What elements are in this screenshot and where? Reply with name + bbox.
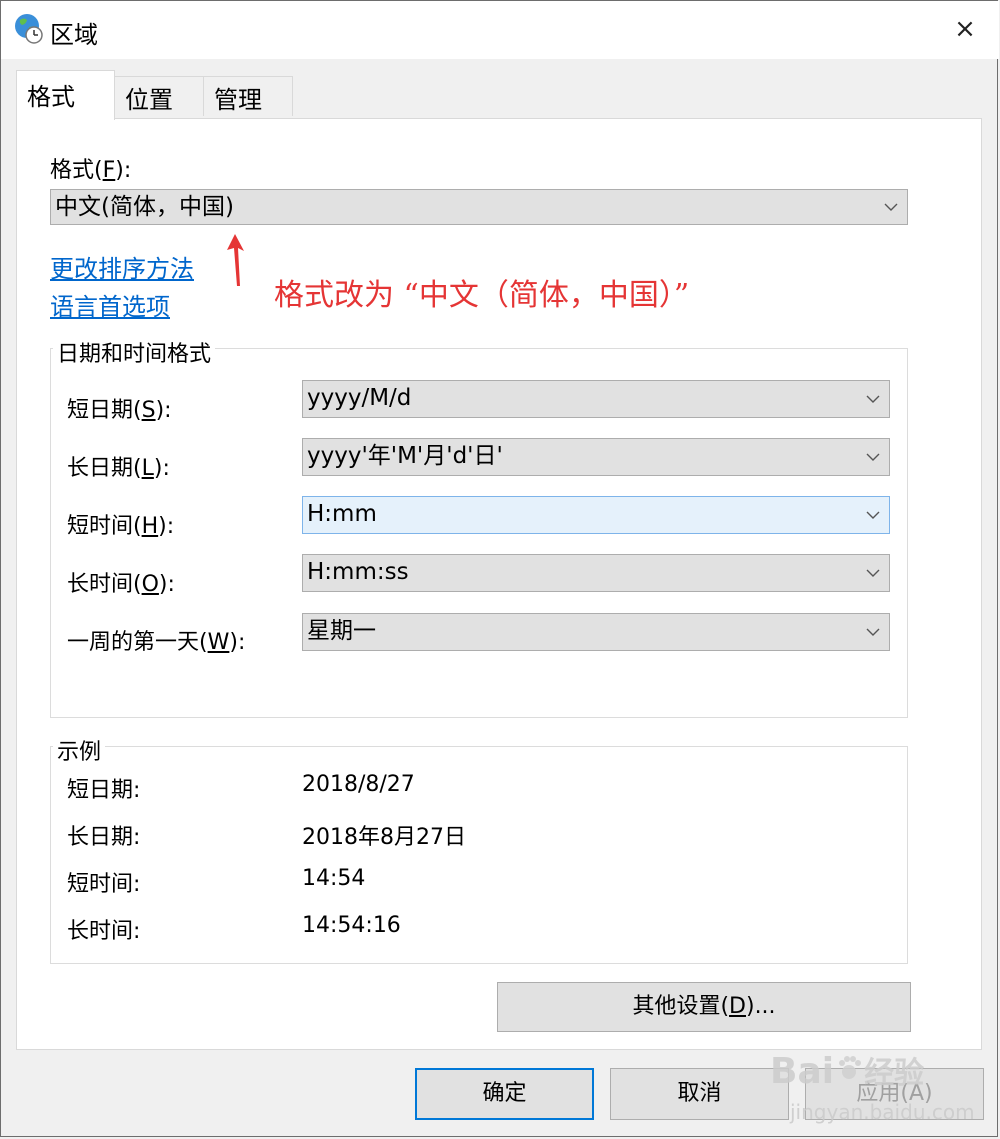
- long-time-select[interactable]: H:mm:ss: [302, 554, 890, 592]
- example-short-time-label: 短时间:: [67, 872, 141, 897]
- title-bar[interactable]: [1, 1, 999, 59]
- example-long-date-value: 2018年8月27日: [302, 825, 466, 850]
- tab-location[interactable]: 位置: [114, 76, 204, 116]
- example-long-time-value: 14:54:16: [302, 913, 401, 938]
- close-button[interactable]: ×: [946, 12, 984, 46]
- short-date-value: yyyy/M/d: [307, 385, 412, 411]
- example-long-date-label: 长日期:: [67, 825, 141, 850]
- example-short-date-label: 短日期:: [67, 778, 141, 803]
- chevron-down-icon: [863, 497, 883, 533]
- window-title: 区域: [50, 21, 98, 49]
- baidu-watermark: Bai 经验: [770, 1051, 925, 1092]
- long-date-select[interactable]: yyyy'年'M'月'd'日': [302, 438, 890, 476]
- format-select[interactable]: 中文(简体，中国): [50, 189, 908, 225]
- chevron-down-icon: [863, 614, 883, 650]
- long-time-label: 长时间(O):: [67, 572, 175, 597]
- annotation-arrow-icon: [224, 234, 250, 288]
- datetime-format-group-title: 日期和时间格式: [53, 336, 216, 368]
- ok-button[interactable]: 确定: [415, 1068, 594, 1120]
- baidu-watermark-url: jingyan.baidu.com: [790, 1100, 975, 1124]
- long-date-label: 长日期(L):: [67, 456, 170, 481]
- tab-formats-label: 格式: [27, 83, 75, 111]
- first-day-of-week-value: 星期一: [307, 618, 376, 644]
- format-select-value: 中文(简体，中国): [55, 194, 234, 220]
- chevron-down-icon: [881, 190, 901, 224]
- examples-group: [50, 746, 908, 964]
- short-time-value: H:mm: [307, 501, 377, 527]
- globe-clock-icon: [12, 12, 44, 44]
- examples-group-title: 示例: [53, 734, 106, 766]
- first-day-of-week-label: 一周的第一天(W):: [67, 630, 246, 655]
- short-date-label: 短日期(S):: [67, 398, 172, 423]
- chevron-down-icon: [863, 555, 883, 591]
- example-long-time-label: 长时间:: [67, 919, 141, 944]
- close-icon: ×: [954, 14, 976, 44]
- cancel-button[interactable]: 取消: [610, 1068, 789, 1120]
- long-date-value: yyyy'年'M'月'd'日': [307, 443, 503, 469]
- tab-administrative-label: 管理: [214, 86, 262, 114]
- short-time-select[interactable]: H:mm: [302, 496, 890, 534]
- chevron-down-icon: [863, 381, 883, 417]
- first-day-of-week-select[interactable]: 星期一: [302, 613, 890, 651]
- annotation-text: 格式改为 “中文（简体，中国）”: [274, 278, 690, 313]
- chevron-down-icon: [863, 439, 883, 475]
- tab-administrative[interactable]: 管理: [203, 76, 293, 116]
- tab-location-label: 位置: [125, 86, 173, 114]
- language-preferences-link[interactable]: 语言首选项: [50, 287, 170, 322]
- example-short-date-value: 2018/8/27: [302, 772, 415, 797]
- additional-settings-button[interactable]: 其他设置(D)...: [497, 982, 911, 1032]
- long-time-value: H:mm:ss: [307, 559, 409, 585]
- change-sort-method-link[interactable]: 更改排序方法: [50, 249, 194, 284]
- paw-icon: [834, 1051, 864, 1092]
- tab-formats[interactable]: 格式: [16, 70, 115, 120]
- format-label: 格式(F):: [50, 158, 132, 183]
- example-short-time-value: 14:54: [302, 866, 366, 891]
- short-date-select[interactable]: yyyy/M/d: [302, 380, 890, 418]
- short-time-label: 短时间(H):: [67, 514, 175, 539]
